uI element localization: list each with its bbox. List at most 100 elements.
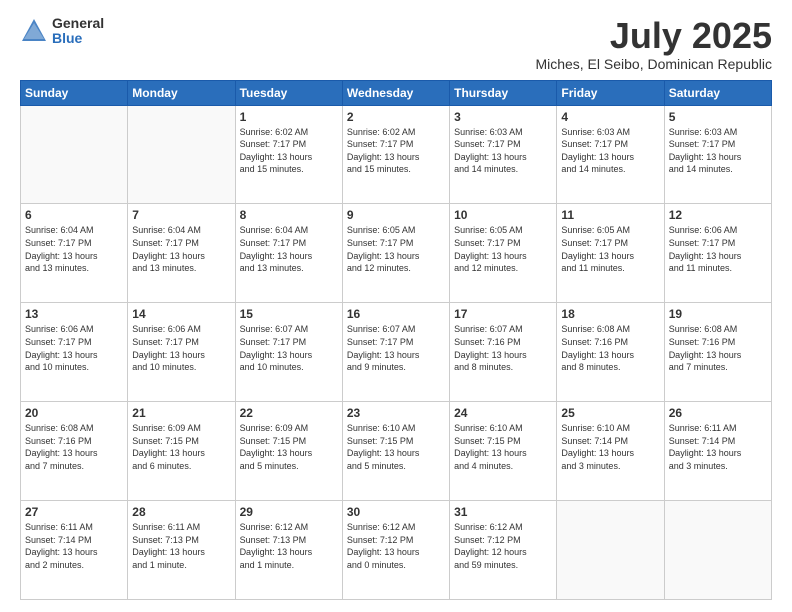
day-number: 9 (347, 208, 445, 222)
day-info: Sunrise: 6:07 AM Sunset: 7:16 PM Dayligh… (454, 323, 552, 373)
day-info: Sunrise: 6:12 AM Sunset: 7:12 PM Dayligh… (347, 521, 445, 571)
calendar-table: SundayMondayTuesdayWednesdayThursdayFrid… (20, 80, 772, 600)
calendar-cell: 7 Sunrise: 6:04 AM Sunset: 7:17 PM Daylig… (128, 204, 235, 303)
calendar-cell: 13 Sunrise: 6:06 AM Sunset: 7:17 PM Dayli… (21, 303, 128, 402)
day-info: Sunrise: 6:08 AM Sunset: 7:16 PM Dayligh… (561, 323, 659, 373)
day-number: 13 (25, 307, 123, 321)
day-info: Sunrise: 6:11 AM Sunset: 7:14 PM Dayligh… (669, 422, 767, 472)
day-number: 18 (561, 307, 659, 321)
day-info: Sunrise: 6:05 AM Sunset: 7:17 PM Dayligh… (347, 224, 445, 274)
day-number: 1 (240, 110, 338, 124)
calendar-cell: 27Sunrise: 6:11 AM Sunset: 7:14 PM Dayli… (21, 501, 128, 600)
calendar-cell: 15 Sunrise: 6:07 AM Sunset: 7:17 PM Dayli… (235, 303, 342, 402)
day-number: 15 (240, 307, 338, 321)
calendar-cell: 31 Sunrise: 6:12 AM Sunset: 7:12 PM Dayli… (450, 501, 557, 600)
day-number: 3 (454, 110, 552, 124)
calendar-header-sunday: Sunday (21, 80, 128, 105)
day-number: 17 (454, 307, 552, 321)
day-info: Sunrise: 6:02 AM Sunset: 7:17 PM Dayligh… (347, 126, 445, 176)
logo: General Blue (20, 16, 104, 47)
calendar-cell: 6Sunrise: 6:04 AM Sunset: 7:17 PM Daylig… (21, 204, 128, 303)
header: General Blue July 2025 Miches, El Seibo,… (20, 16, 772, 72)
calendar-week-3: 13 Sunrise: 6:06 AM Sunset: 7:17 PM Dayli… (21, 303, 772, 402)
calendar-cell: 22 Sunrise: 6:09 AM Sunset: 7:15 PM Dayli… (235, 402, 342, 501)
day-info: Sunrise: 6:09 AM Sunset: 7:15 PM Dayligh… (240, 422, 338, 472)
calendar-cell: 21Sunrise: 6:09 AM Sunset: 7:15 PM Dayli… (128, 402, 235, 501)
day-number: 23 (347, 406, 445, 420)
calendar-header-saturday: Saturday (664, 80, 771, 105)
calendar-cell (128, 105, 235, 204)
day-info: Sunrise: 6:12 AM Sunset: 7:13 PM Dayligh… (240, 521, 338, 571)
calendar-cell: 20Sunrise: 6:08 AM Sunset: 7:16 PM Dayli… (21, 402, 128, 501)
day-number: 14 (132, 307, 230, 321)
day-info: Sunrise: 6:05 AM Sunset: 7:17 PM Dayligh… (561, 224, 659, 274)
day-info: Sunrise: 6:07 AM Sunset: 7:17 PM Dayligh… (240, 323, 338, 373)
day-number: 2 (347, 110, 445, 124)
day-info: Sunrise: 6:02 AM Sunset: 7:17 PM Dayligh… (240, 126, 338, 176)
calendar-cell: 18 Sunrise: 6:08 AM Sunset: 7:16 PM Dayli… (557, 303, 664, 402)
page: General Blue July 2025 Miches, El Seibo,… (0, 0, 792, 612)
day-number: 27 (25, 505, 123, 519)
calendar-cell: 3Sunrise: 6:03 AM Sunset: 7:17 PM Daylig… (450, 105, 557, 204)
day-info: Sunrise: 6:08 AM Sunset: 7:16 PM Dayligh… (25, 422, 123, 472)
day-number: 11 (561, 208, 659, 222)
day-info: Sunrise: 6:10 AM Sunset: 7:15 PM Dayligh… (454, 422, 552, 472)
calendar-cell (557, 501, 664, 600)
day-info: Sunrise: 6:03 AM Sunset: 7:17 PM Dayligh… (669, 126, 767, 176)
calendar-cell: 23 Sunrise: 6:10 AM Sunset: 7:15 PM Dayli… (342, 402, 449, 501)
calendar-header-tuesday: Tuesday (235, 80, 342, 105)
day-number: 4 (561, 110, 659, 124)
day-number: 24 (454, 406, 552, 420)
calendar-cell: 2 Sunrise: 6:02 AM Sunset: 7:17 PM Daylig… (342, 105, 449, 204)
month-title: July 2025 (535, 16, 772, 56)
day-number: 8 (240, 208, 338, 222)
calendar-week-5: 27Sunrise: 6:11 AM Sunset: 7:14 PM Dayli… (21, 501, 772, 600)
calendar-cell: 12Sunrise: 6:06 AM Sunset: 7:17 PM Dayli… (664, 204, 771, 303)
calendar-cell: 29 Sunrise: 6:12 AM Sunset: 7:13 PM Dayli… (235, 501, 342, 600)
calendar-week-2: 6 Sunrise: 6:04 AM Sunset: 7:17 PM Daylig… (21, 204, 772, 303)
calendar-cell: 19 Sunrise: 6:08 AM Sunset: 7:16 PM Dayli… (664, 303, 771, 402)
day-info: Sunrise: 6:04 AM Sunset: 7:17 PM Dayligh… (132, 224, 230, 274)
day-info: Sunrise: 6:03 AM Sunset: 7:17 PM Dayligh… (561, 126, 659, 176)
day-info: Sunrise: 6:06 AM Sunset: 7:17 PM Dayligh… (132, 323, 230, 373)
day-number: 22 (240, 406, 338, 420)
day-number: 6 (25, 208, 123, 222)
day-number: 7 (132, 208, 230, 222)
logo-general: General (52, 16, 104, 31)
calendar-header-friday: Friday (557, 80, 664, 105)
day-number: 31 (454, 505, 552, 519)
day-info: Sunrise: 6:08 AM Sunset: 7:16 PM Dayligh… (669, 323, 767, 373)
calendar-cell: 16 Sunrise: 6:07 AM Sunset: 7:17 PM Dayli… (342, 303, 449, 402)
calendar-cell (21, 105, 128, 204)
day-info: Sunrise: 6:07 AM Sunset: 7:17 PM Dayligh… (347, 323, 445, 373)
calendar-header-monday: Monday (128, 80, 235, 105)
day-number: 25 (561, 406, 659, 420)
day-info: Sunrise: 6:09 AM Sunset: 7:15 PM Dayligh… (132, 422, 230, 472)
day-info: Sunrise: 6:10 AM Sunset: 7:15 PM Dayligh… (347, 422, 445, 472)
day-number: 28 (132, 505, 230, 519)
calendar-header-wednesday: Wednesday (342, 80, 449, 105)
day-info: Sunrise: 6:10 AM Sunset: 7:14 PM Dayligh… (561, 422, 659, 472)
calendar-cell: 9 Sunrise: 6:05 AM Sunset: 7:17 PM Daylig… (342, 204, 449, 303)
day-number: 30 (347, 505, 445, 519)
day-info: Sunrise: 6:12 AM Sunset: 7:12 PM Dayligh… (454, 521, 552, 571)
calendar-cell: 28 Sunrise: 6:11 AM Sunset: 7:13 PM Dayli… (128, 501, 235, 600)
day-number: 19 (669, 307, 767, 321)
calendar-header-thursday: Thursday (450, 80, 557, 105)
calendar-header-row: SundayMondayTuesdayWednesdayThursdayFrid… (21, 80, 772, 105)
day-info: Sunrise: 6:06 AM Sunset: 7:17 PM Dayligh… (25, 323, 123, 373)
logo-text: General Blue (52, 16, 104, 47)
calendar-cell: 14 Sunrise: 6:06 AM Sunset: 7:17 PM Dayli… (128, 303, 235, 402)
calendar-week-1: 1 Sunrise: 6:02 AM Sunset: 7:17 PM Daylig… (21, 105, 772, 204)
calendar-cell: 4 Sunrise: 6:03 AM Sunset: 7:17 PM Daylig… (557, 105, 664, 204)
day-number: 10 (454, 208, 552, 222)
day-number: 16 (347, 307, 445, 321)
logo-blue: Blue (52, 31, 104, 46)
day-number: 12 (669, 208, 767, 222)
calendar-cell: 8Sunrise: 6:04 AM Sunset: 7:17 PM Daylig… (235, 204, 342, 303)
day-number: 5 (669, 110, 767, 124)
calendar-week-4: 20Sunrise: 6:08 AM Sunset: 7:16 PM Dayli… (21, 402, 772, 501)
day-number: 29 (240, 505, 338, 519)
day-info: Sunrise: 6:11 AM Sunset: 7:13 PM Dayligh… (132, 521, 230, 571)
calendar-cell: 26Sunrise: 6:11 AM Sunset: 7:14 PM Dayli… (664, 402, 771, 501)
